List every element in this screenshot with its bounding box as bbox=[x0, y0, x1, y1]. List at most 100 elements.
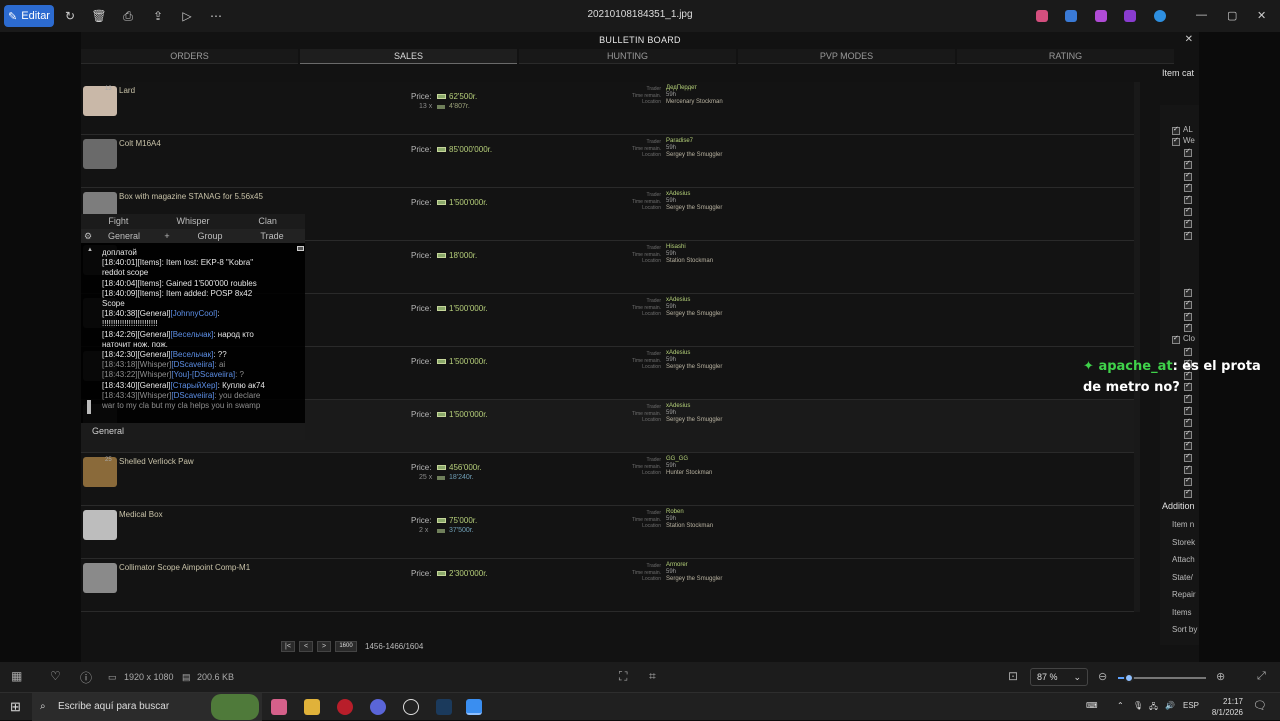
chat-add-tab-button[interactable]: + bbox=[153, 229, 181, 243]
windows-start-icon[interactable]: ⊞ bbox=[10, 699, 21, 715]
print-icon[interactable]: ⎙ bbox=[120, 8, 136, 24]
tab-sales[interactable]: SALES bbox=[300, 49, 517, 64]
search-highlight-image[interactable] bbox=[211, 694, 259, 720]
more-icon[interactable]: ⋯ bbox=[208, 8, 224, 24]
filter-checkbox[interactable] bbox=[1184, 440, 1192, 451]
listing-row[interactable]: 13 Lard Price: 62'500r. 13 x 4'807r. Trader Tim… bbox=[81, 82, 1134, 135]
app-icon-editor[interactable] bbox=[1065, 10, 1077, 22]
tab-pvp-modes[interactable]: PVP MODES bbox=[738, 49, 955, 64]
rotate-icon[interactable]: ↻ bbox=[62, 8, 78, 24]
chat-tab-general[interactable]: General bbox=[95, 229, 153, 243]
chat-tab-group[interactable]: Group bbox=[181, 229, 239, 243]
edit-button[interactable]: ✎ Editar bbox=[4, 5, 54, 27]
trader-name[interactable]: xAdesius bbox=[666, 191, 722, 198]
language-indicator[interactable]: ESP bbox=[1183, 701, 1199, 710]
page-input[interactable]: 1600 bbox=[335, 640, 357, 652]
favorite-icon[interactable]: ♡ bbox=[50, 669, 61, 683]
tab-rating[interactable]: RATING bbox=[957, 49, 1174, 64]
zoom-out-icon[interactable]: ⊖ bbox=[1098, 670, 1107, 683]
chat-minimize-icon[interactable] bbox=[297, 246, 304, 251]
network-icon[interactable]: 🖧 bbox=[1149, 701, 1158, 715]
chat-settings-icon[interactable]: ⚙ bbox=[81, 229, 95, 243]
listing-row[interactable]: Medical Box Price: 75'000r. 2 x 37'500r. Trad… bbox=[81, 506, 1134, 559]
delete-icon[interactable]: 🗑 bbox=[91, 8, 107, 24]
filter-checkbox[interactable] bbox=[1184, 311, 1192, 321]
onedrive-icon[interactable] bbox=[1154, 10, 1166, 22]
filter-checkbox[interactable] bbox=[1184, 230, 1192, 240]
filter-checkbox[interactable] bbox=[1184, 206, 1192, 216]
filter-checkbox[interactable] bbox=[1172, 334, 1180, 344]
trader-name[interactable]: Hisashi bbox=[666, 244, 713, 251]
filter-checkbox[interactable] bbox=[1184, 476, 1192, 486]
discord-icon[interactable] bbox=[370, 699, 386, 715]
app-icon-designer[interactable] bbox=[1095, 10, 1107, 22]
steam-icon[interactable] bbox=[436, 699, 452, 715]
filter-checkbox[interactable] bbox=[1172, 136, 1180, 146]
close-window-icon[interactable]: ✕ bbox=[1257, 9, 1266, 22]
opera-icon[interactable] bbox=[337, 699, 353, 715]
filter-checkbox[interactable] bbox=[1184, 147, 1192, 157]
trader-name[interactable]: xAdesius bbox=[666, 350, 722, 357]
volume-icon[interactable]: 🔊 bbox=[1165, 701, 1175, 710]
trader-name[interactable]: Roben bbox=[666, 509, 713, 516]
zoom-slider-knob[interactable] bbox=[1123, 673, 1134, 683]
filter-checkbox[interactable] bbox=[1184, 182, 1192, 193]
additional-filter-item[interactable]: Repair bbox=[1172, 590, 1196, 599]
filter-checkbox[interactable] bbox=[1184, 322, 1192, 333]
clock[interactable]: 21:17 8/1/2026 bbox=[1203, 696, 1243, 718]
filter-checkbox[interactable] bbox=[1184, 488, 1192, 498]
filter-checkbox[interactable] bbox=[1184, 464, 1192, 474]
obs-icon[interactable] bbox=[403, 699, 419, 715]
fit-icon[interactable]: ⛶ bbox=[619, 669, 627, 684]
filter-checkbox[interactable] bbox=[1184, 159, 1192, 169]
actual-size-icon[interactable]: ⊡ bbox=[1008, 669, 1018, 683]
filter-checkbox[interactable] bbox=[1184, 299, 1192, 309]
trader-name[interactable]: xAdesius bbox=[666, 403, 722, 410]
listing-scrollbar[interactable] bbox=[1134, 82, 1140, 612]
info-icon[interactable]: ⓘ bbox=[80, 669, 92, 686]
chat-tab-trade[interactable]: Trade bbox=[239, 229, 305, 243]
additional-filter-item[interactable]: Items bbox=[1172, 608, 1192, 617]
zoom-dropdown[interactable]: 87 % ⌄ bbox=[1030, 668, 1088, 686]
chat-channel-footer[interactable]: General bbox=[81, 423, 305, 440]
maximize-icon[interactable]: ▢ bbox=[1227, 9, 1237, 22]
filter-checkbox[interactable] bbox=[1184, 452, 1192, 463]
app-icon-clipchamp[interactable] bbox=[1124, 10, 1136, 22]
filter-checkbox[interactable] bbox=[1184, 218, 1192, 228]
trader-name[interactable]: Paradise7 bbox=[666, 138, 722, 145]
chat-tab-clan[interactable]: Clan bbox=[230, 214, 306, 229]
additional-filter-item[interactable]: Storek bbox=[1172, 538, 1195, 547]
tab-hunting[interactable]: HUNTING bbox=[519, 49, 736, 64]
filter-checkbox[interactable] bbox=[1184, 287, 1192, 297]
crop-icon[interactable]: ⌗ bbox=[649, 669, 656, 684]
tab-orders[interactable]: ORDERS bbox=[81, 49, 298, 64]
trader-name[interactable]: xAdesius bbox=[666, 297, 722, 304]
additional-filter-item[interactable]: Item n bbox=[1172, 520, 1194, 529]
chat-tab-fight[interactable]: Fight bbox=[81, 214, 156, 229]
filter-checkbox[interactable] bbox=[1184, 429, 1192, 439]
listing-row[interactable]: Collimator Scope Aimpoint Comp-M1 Price: 2… bbox=[81, 559, 1134, 612]
zoom-slider[interactable] bbox=[1118, 673, 1206, 683]
file-explorer-icon[interactable] bbox=[304, 699, 320, 715]
filter-checkbox[interactable] bbox=[1184, 346, 1192, 356]
fullscreen-icon[interactable]: ⤢ bbox=[1257, 670, 1266, 683]
zoom-in-icon[interactable]: ⊕ bbox=[1216, 670, 1225, 683]
share-icon[interactable]: ⇪ bbox=[150, 8, 166, 24]
filmstrip-icon[interactable]: ▦ bbox=[11, 669, 22, 683]
tray-expand-icon[interactable]: ⌃ bbox=[1117, 701, 1124, 710]
chat-tab-whisper[interactable]: Whisper bbox=[155, 214, 231, 229]
listing-row[interactable]: 25 Shelled Verliock Paw Price: 456'000r. 25 … bbox=[81, 453, 1134, 506]
keyboard-icon[interactable]: ⌨ bbox=[1086, 701, 1098, 710]
filter-checkbox[interactable] bbox=[1184, 417, 1192, 427]
trader-name[interactable]: Armorer bbox=[666, 562, 722, 569]
trader-name[interactable]: GG_GG bbox=[666, 456, 712, 463]
board-close-icon[interactable]: ✕ bbox=[1185, 34, 1193, 45]
first-page-button[interactable]: |< bbox=[281, 640, 295, 652]
copilot-icon[interactable] bbox=[271, 699, 287, 715]
microphone-icon[interactable]: 🎙 bbox=[1133, 701, 1143, 710]
listing-row[interactable]: Colt M16A4 Price: 85'000'000r. Trader Time r… bbox=[81, 135, 1134, 188]
filter-checkbox[interactable] bbox=[1184, 405, 1192, 415]
minimize-icon[interactable]: — bbox=[1196, 9, 1207, 21]
photos-icon[interactable] bbox=[466, 699, 482, 715]
filter-checkbox[interactable] bbox=[1172, 125, 1180, 135]
